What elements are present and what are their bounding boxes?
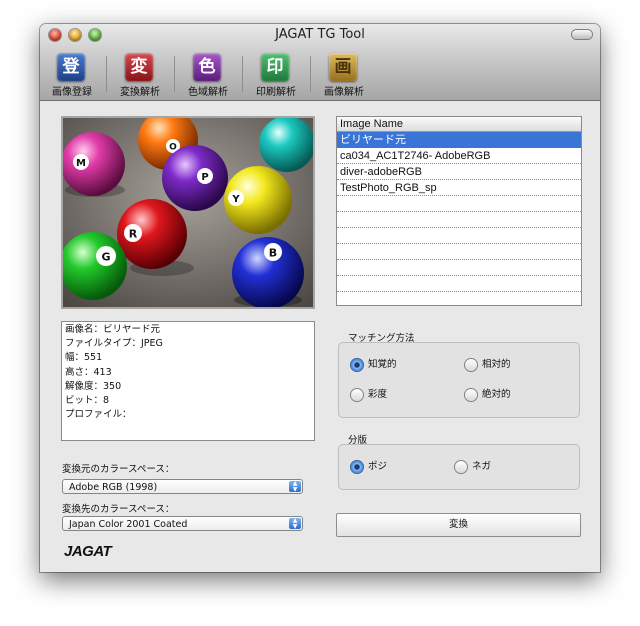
- dest-colorspace-label: 変換先のカラースペース：: [62, 504, 175, 515]
- jagat-logo: JAGAT: [64, 543, 112, 560]
- info-image-name: 画像名：ビリヤード元: [65, 324, 161, 335]
- ball-red: R: [117, 199, 187, 269]
- ball-magenta: M: [63, 132, 125, 196]
- billiard-balls-image: O M P Y R G B: [63, 118, 313, 307]
- ball-label: O: [169, 143, 177, 153]
- list-item[interactable]: [337, 228, 581, 244]
- image-list-header[interactable]: Image Name: [337, 117, 581, 132]
- convert-icon: 変: [125, 53, 153, 81]
- radio-label: ネガ: [472, 461, 492, 472]
- toolbar-image-analysis-label: 画像解析: [324, 87, 364, 98]
- toolbar-convert-label: 変換解析: [120, 87, 160, 98]
- radio-unselected-icon: [351, 389, 363, 401]
- toolbar-separator: [242, 56, 243, 92]
- ball-yellow: Y: [224, 166, 292, 234]
- info-width: 幅：551: [65, 352, 103, 364]
- radio-label: 彩度: [368, 389, 388, 400]
- source-colorspace-value: Adobe RGB (1998): [69, 482, 158, 493]
- radio-label: 絶対的: [482, 389, 511, 400]
- radio-selected-icon: [351, 359, 363, 371]
- list-item[interactable]: diver-adobeRGB: [337, 164, 581, 180]
- dest-colorspace-value: Japan Color 2001 Coated: [69, 519, 188, 530]
- toolbar-convert-button[interactable]: 変 変換解析: [108, 51, 172, 98]
- ball-label: B: [269, 247, 277, 260]
- dest-colorspace-select[interactable]: Japan Color 2001 Coated ▲ ▼: [62, 516, 303, 531]
- updown-arrows-icon: ▲ ▼: [289, 518, 301, 529]
- matching-group: 知覚的 相対的 彩度 絶対的: [338, 342, 580, 418]
- toolbar-gamut-button[interactable]: 色 色域解析: [176, 51, 240, 98]
- ball-blue: B: [232, 237, 304, 307]
- updown-arrows-icon: ▲ ▼: [289, 481, 301, 492]
- list-item[interactable]: TestPhoto_RGB_sp: [337, 180, 581, 196]
- source-colorspace-label: 変換元のカラースペース：: [62, 464, 175, 475]
- list-item[interactable]: [337, 212, 581, 228]
- toolbar-gamut-label: 色域解析: [188, 87, 228, 98]
- convert-button[interactable]: 変換: [336, 513, 581, 537]
- toolbar-register-label: 画像登録: [52, 87, 92, 98]
- list-item[interactable]: [337, 276, 581, 292]
- toolbar-print-button[interactable]: 印 印刷解析: [244, 51, 308, 98]
- source-colorspace-select[interactable]: Adobe RGB (1998) ▲ ▼: [62, 479, 303, 494]
- app-window: JAGAT TG Tool 登 画像登録 変 変換解析 色 色域解析 印 印刷解…: [40, 24, 600, 572]
- radio-label: ポジ: [368, 461, 388, 472]
- toolbar-separator: [310, 56, 311, 92]
- ball-label: R: [129, 228, 138, 241]
- toolbar-separator: [174, 56, 175, 92]
- window-title: JAGAT TG Tool: [275, 27, 365, 42]
- list-item[interactable]: ca034_AC1T2746- AdobeRGB: [337, 148, 581, 164]
- ball-label: M: [76, 158, 86, 169]
- list-item[interactable]: ビリヤード元: [337, 132, 581, 148]
- list-item[interactable]: [337, 260, 581, 276]
- info-height: 高さ：413: [65, 366, 112, 378]
- toolbar-toggle-button[interactable]: [572, 30, 592, 39]
- ball-purple: P: [162, 145, 228, 211]
- image-preview: O M P Y R G B: [61, 116, 315, 309]
- radio-label: 相対的: [482, 359, 511, 370]
- image-info-panel: 画像名：ビリヤード元 ファイルタイプ：JPEG 幅：551 高さ：413 解像度…: [61, 321, 315, 441]
- image-list[interactable]: Image Name ビリヤード元 ca034_AC1T2746- AdobeR…: [336, 116, 582, 306]
- radio-unselected-icon: [465, 389, 477, 401]
- title-bar: JAGAT TG Tool 登 画像登録 変 変換解析 色 色域解析 印 印刷解…: [40, 24, 600, 101]
- print-icon: 印: [261, 53, 289, 81]
- radio-unselected-icon: [455, 461, 467, 473]
- info-bits: ビット：8: [65, 395, 110, 407]
- info-file-type: ファイルタイプ：JPEG: [65, 338, 163, 350]
- radio-selected-icon: [351, 461, 363, 473]
- radio-label: 知覚的: [368, 359, 397, 370]
- gamut-icon: 色: [193, 53, 221, 81]
- toolbar-separator: [106, 56, 107, 92]
- info-profile: プロファイル：: [65, 409, 132, 421]
- toolbar-register-button[interactable]: 登 画像登録: [40, 51, 104, 98]
- toolbar-image-analysis-button[interactable]: 画 画像解析: [312, 51, 376, 98]
- ball-label: P: [201, 172, 208, 183]
- list-item[interactable]: [337, 244, 581, 260]
- info-resolution: 解像度：350: [65, 380, 122, 392]
- ball-label: Y: [231, 194, 240, 205]
- separation-group: ポジ ネガ: [338, 444, 580, 490]
- image-analysis-icon: 画: [329, 53, 357, 81]
- toolbar-print-label: 印刷解析: [256, 87, 296, 98]
- list-item[interactable]: [337, 196, 581, 212]
- register-icon: 登: [57, 53, 85, 81]
- ball-label: G: [101, 251, 110, 264]
- radio-unselected-icon: [465, 359, 477, 371]
